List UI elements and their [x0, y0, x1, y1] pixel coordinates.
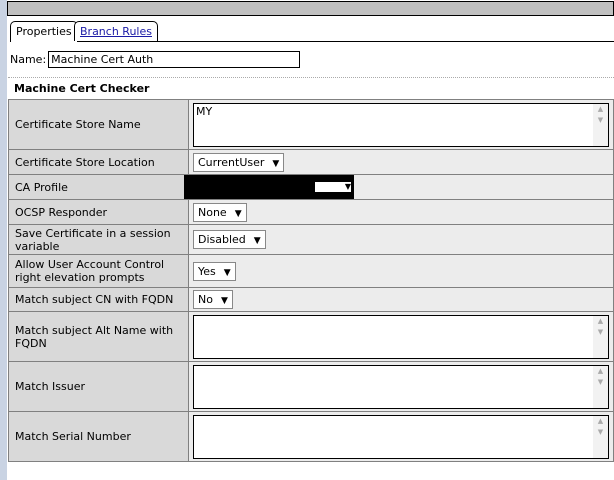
- select-value: CurrentUser: [198, 155, 265, 169]
- table-row: CA Profile ▼: [8, 174, 614, 200]
- textarea-value: [194, 366, 608, 368]
- ocsp-select[interactable]: None ▼: [193, 202, 247, 222]
- store-name-textarea[interactable]: MY ▲ ▼: [193, 102, 609, 147]
- scrollbar[interactable]: ▲ ▼: [593, 103, 608, 146]
- dropdown-arrow-icon: ▼: [253, 236, 261, 246]
- ca-profile-select-redacted[interactable]: ▼: [184, 175, 354, 199]
- select-value: No: [198, 293, 213, 306]
- branch-rules-link[interactable]: Branch Rules: [80, 25, 152, 38]
- row-label: Allow User Account Control right elevati…: [8, 254, 189, 288]
- select-value: None: [198, 205, 227, 219]
- dropdown-arrow-icon: ▼: [234, 208, 242, 219]
- name-input[interactable]: [48, 51, 301, 68]
- row-label: Match subject Alt Name with FQDN: [8, 311, 189, 362]
- select-value: Yes: [198, 264, 216, 278]
- row-label: OCSP Responder: [8, 199, 189, 225]
- row-label: Certificate Store Name: [8, 99, 189, 150]
- save-cert-select[interactable]: Disabled ▼: [193, 230, 266, 249]
- dropdown-arrow-icon: ▼: [223, 267, 231, 278]
- match-issuer-textarea[interactable]: ▲ ▼: [193, 364, 609, 409]
- table-row: OCSP Responder None ▼: [8, 199, 614, 225]
- table-row: Certificate Store Name MY ▲ ▼: [8, 99, 614, 150]
- left-frame-strip: [0, 0, 7, 480]
- match-alt-textarea[interactable]: ▲ ▼: [193, 314, 609, 359]
- textarea-value: [194, 316, 608, 318]
- tab-bar: Properties Branch Rules: [10, 21, 614, 42]
- table-row: Match subject CN with FQDN No ▼: [8, 287, 614, 312]
- uac-select[interactable]: Yes ▼: [193, 261, 236, 281]
- select-value: Disabled: [198, 233, 246, 246]
- row-label: Match Issuer: [8, 361, 189, 412]
- dropdown-arrow-icon: ▼: [315, 182, 351, 192]
- row-label: CA Profile: [8, 174, 189, 200]
- match-cn-select[interactable]: No ▼: [193, 290, 233, 309]
- name-label: Name:: [10, 53, 47, 66]
- table-row: Certificate Store Location CurrentUser ▼: [8, 149, 614, 175]
- tab-label: Properties: [16, 25, 72, 38]
- row-label: Certificate Store Location: [8, 149, 189, 175]
- row-label: Match subject CN with FQDN: [8, 287, 189, 312]
- name-row: Name:: [10, 51, 301, 68]
- title-bar: [7, 1, 614, 16]
- table-row: Match subject Alt Name with FQDN ▲ ▼: [8, 311, 614, 362]
- row-label: Match Serial Number: [8, 411, 189, 462]
- table-row: Match Serial Number ▲ ▼: [8, 411, 614, 462]
- scrollbar[interactable]: ▲ ▼: [593, 315, 608, 358]
- textarea-value: MY: [196, 104, 213, 118]
- divider: [8, 77, 614, 78]
- properties-table: Certificate Store Name MY ▲ ▼ Certificate …: [8, 99, 614, 462]
- scrollbar[interactable]: ▲ ▼: [593, 365, 608, 408]
- table-row: Match Issuer ▲ ▼: [8, 361, 614, 412]
- tab-branch-rules[interactable]: Branch Rules: [74, 21, 158, 41]
- tab-properties[interactable]: Properties: [10, 21, 78, 42]
- textarea-value: [194, 416, 608, 418]
- store-location-select[interactable]: CurrentUser ▼: [193, 152, 285, 172]
- section-title: Machine Cert Checker: [14, 82, 150, 95]
- row-label: Save Certificate in a session variable: [8, 224, 189, 255]
- table-row: Save Certificate in a session variable D…: [8, 224, 614, 255]
- match-serial-textarea[interactable]: ▲ ▼: [193, 414, 609, 459]
- dropdown-arrow-icon: ▼: [220, 296, 228, 306]
- dropdown-arrow-icon: ▼: [272, 158, 280, 169]
- scrollbar[interactable]: ▲ ▼: [593, 415, 608, 458]
- table-row: Allow User Account Control right elevati…: [8, 254, 614, 288]
